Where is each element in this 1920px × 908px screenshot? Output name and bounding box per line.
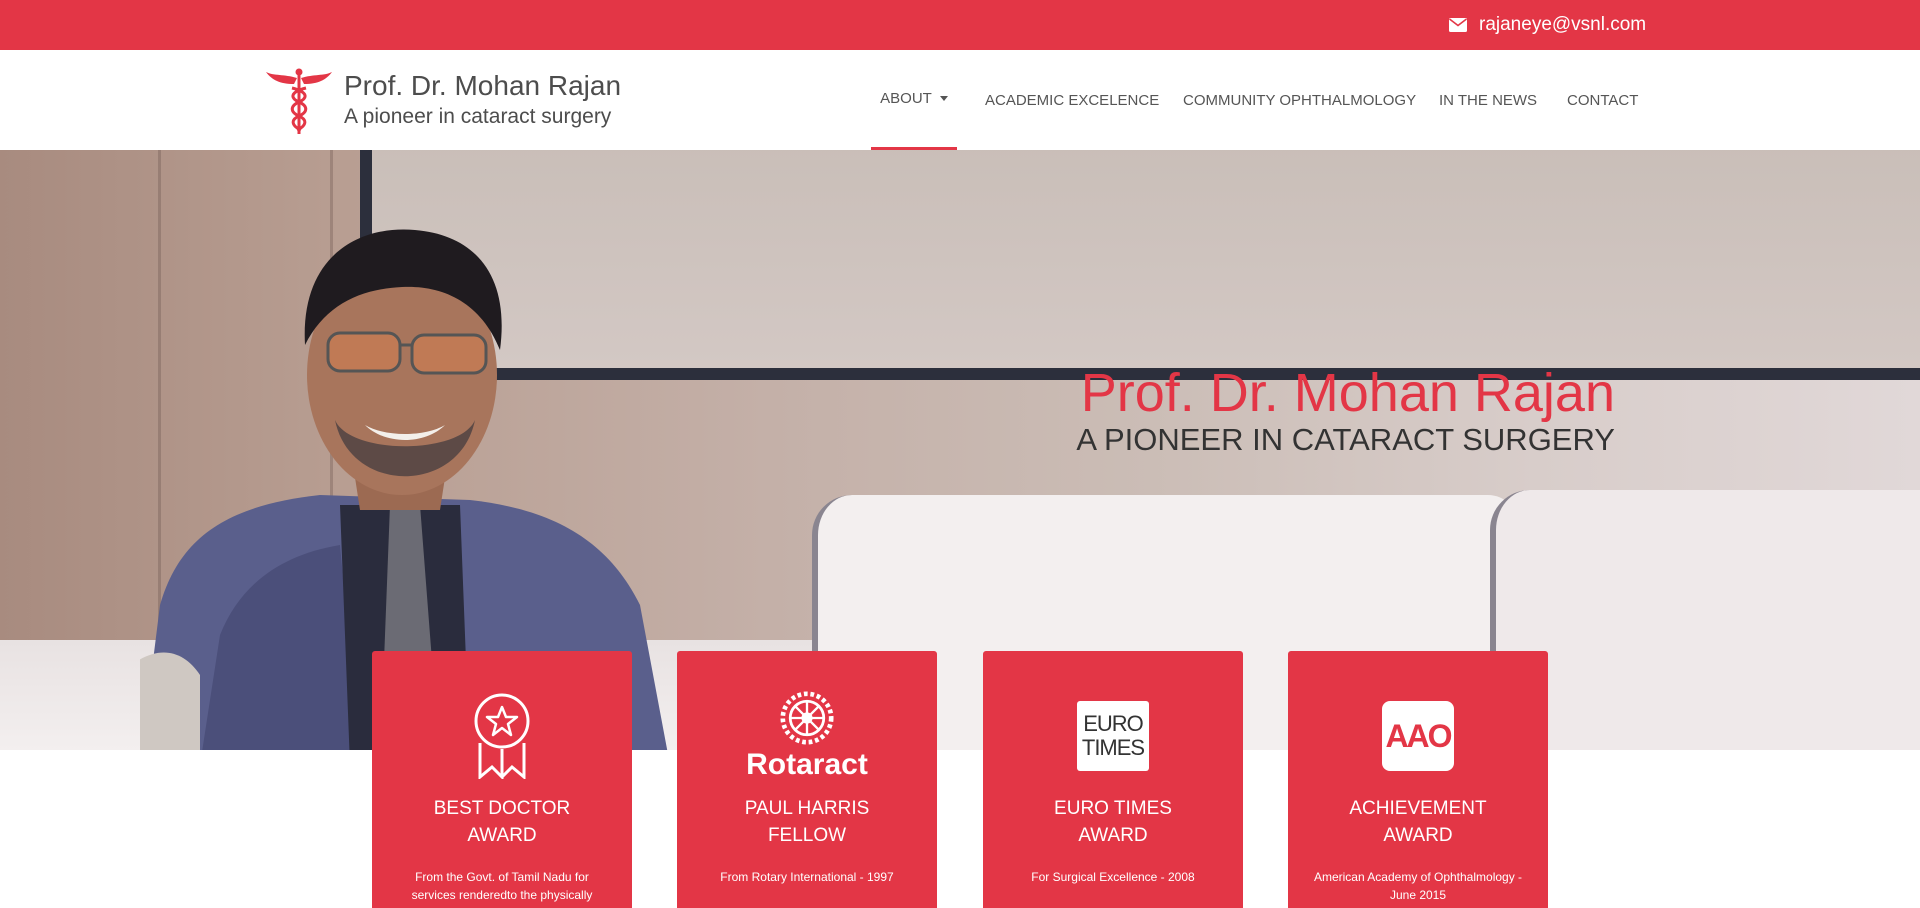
caduceus-logo-icon[interactable]	[264, 66, 334, 136]
eurotimes-logo-text: EURO	[1083, 711, 1144, 736]
hero-title: Prof. Dr. Mohan Rajan	[1080, 363, 1615, 423]
site-header: Prof. Dr. Mohan Rajan A pioneer in catar…	[0, 50, 1920, 150]
caret-down-icon	[939, 96, 948, 101]
card-description: For Surgical Excellence - 2008	[1031, 870, 1195, 884]
aao-logo-text: AAO	[1385, 717, 1452, 754]
card-title: ACHIEVEMENT AWARD	[1349, 798, 1487, 846]
nav-item-contact[interactable]: CONTACT	[1567, 50, 1638, 150]
nav-item-in-the-news[interactable]: IN THE NEWS	[1439, 50, 1537, 150]
envelope-icon	[1449, 18, 1467, 32]
nav-item-about[interactable]: ABOUT	[871, 50, 957, 150]
card-title: EURO TIMES AWARD	[1054, 798, 1172, 846]
eurotimes-logo-text: TIMES	[1081, 735, 1145, 760]
award-card-paul-harris[interactable]: Rotaract PAUL HARRIS FELLOW From Rotary …	[677, 651, 937, 908]
rotaract-logo: Rotaract	[677, 691, 937, 781]
brand-tagline: A pioneer in cataract surgery	[344, 105, 612, 128]
card-description: American Academy of Ophthalmology - June…	[1313, 870, 1523, 902]
pillow	[1490, 490, 1920, 750]
nav-item-community-ophthalmology[interactable]: COMMUNITY OPHTHALMOLOGY	[1183, 50, 1416, 150]
email-link[interactable]: rajaneye@vsnl.com	[1449, 13, 1646, 37]
top-bar: rajaneye@vsnl.com	[0, 0, 1920, 50]
award-ribbon-icon	[372, 691, 632, 781]
award-card-euro-times[interactable]: EURO TIMES EURO TIMES AWARD For Surgical…	[983, 651, 1243, 908]
rotaract-logo-text: Rotaract	[746, 748, 868, 781]
eurotimes-logo: EURO TIMES	[983, 691, 1243, 781]
hero-banner: Prof. Dr. Mohan Rajan A PIONEER IN CATAR…	[0, 150, 1920, 750]
aao-logo: AAO	[1288, 691, 1548, 781]
award-card-best-doctor[interactable]: BEST DOCTOR AWARD From the Govt. of Tami…	[372, 651, 632, 908]
card-description: From the Govt. of Tamil Nadu for service…	[411, 870, 593, 902]
hero-subtitle: A PIONEER IN CATARACT SURGERY	[1076, 422, 1615, 457]
brand-name[interactable]: Prof. Dr. Mohan Rajan	[344, 70, 621, 102]
nav-item-about-label: ABOUT	[880, 90, 932, 107]
award-card-achievement[interactable]: AAO ACHIEVEMENT AWARD American Academy o…	[1288, 651, 1548, 908]
card-title: PAUL HARRIS FELLOW	[744, 798, 870, 846]
email-text: rajaneye@vsnl.com	[1479, 14, 1647, 35]
card-description: From Rotary International - 1997	[720, 870, 894, 884]
card-title: BEST DOCTOR AWARD	[433, 798, 571, 846]
nav-item-academic-excelence[interactable]: ACADEMIC EXCELENCE	[985, 50, 1159, 150]
